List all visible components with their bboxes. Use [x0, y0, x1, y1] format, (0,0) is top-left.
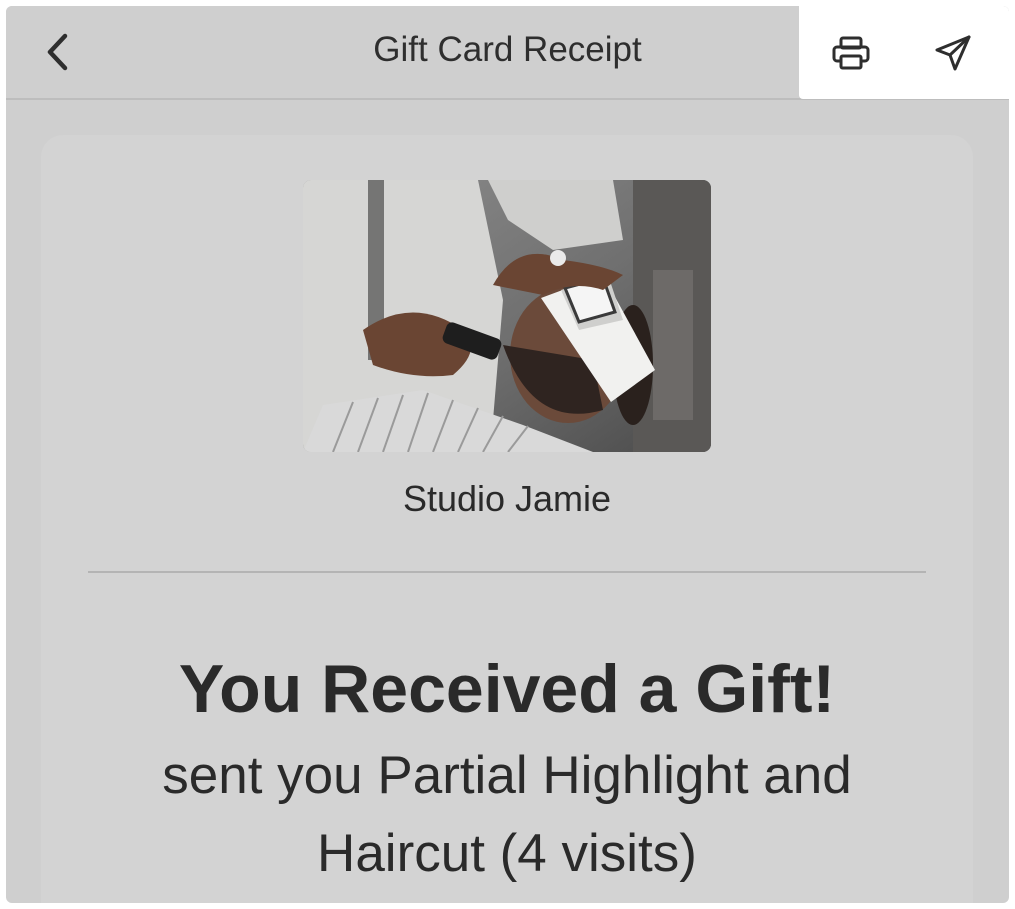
- divider: [88, 571, 926, 573]
- gift-description: sent you Partial Highlight and Haircut (…: [162, 746, 852, 883]
- business-name: Studio Jamie: [402, 478, 612, 519]
- send-button[interactable]: [930, 30, 976, 76]
- gift-card: Studio Jamie You Received a Gift! sent y…: [41, 135, 973, 903]
- printer-icon: [832, 36, 870, 70]
- app-window: Gift Card Receipt Studio Jamie You Recei…: [6, 6, 1009, 903]
- print-button[interactable]: [828, 30, 874, 76]
- paper-plane-icon: [935, 35, 971, 71]
- gift-headline: You Received a Gift!: [178, 651, 836, 727]
- business-photo: [303, 180, 711, 452]
- header-actions: [799, 6, 1009, 99]
- header-bar: Gift Card Receipt: [6, 6, 1009, 100]
